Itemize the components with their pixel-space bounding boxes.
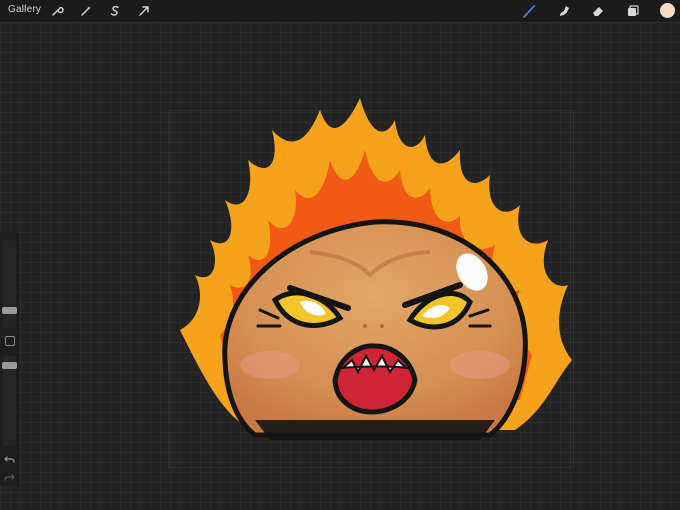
brush-icon[interactable] [522,4,536,18]
top-toolbar: Gallery [0,0,680,22]
smudge-icon[interactable] [557,4,571,18]
opacity-thumb[interactable] [2,362,17,369]
brush-size-slider[interactable] [3,240,16,328]
magic-wand-icon[interactable] [79,4,93,18]
layers-icon[interactable] [626,4,640,18]
brush-size-thumb[interactable] [2,307,17,314]
color-swatch[interactable] [660,3,675,18]
arrow-cursor-icon[interactable] [137,4,151,18]
wrench-icon[interactable] [50,4,64,18]
fire-blob-artwork [180,98,572,440]
opacity-slider[interactable] [3,356,16,446]
redo-icon[interactable] [4,472,15,483]
sidebar [0,232,19,486]
gallery-button[interactable]: Gallery [8,4,41,15]
mouth [332,343,418,415]
modify-button[interactable] [5,336,15,346]
eraser-icon[interactable] [591,4,605,18]
right-cheek [450,351,510,379]
undo-icon[interactable] [4,454,15,465]
selection-s-icon[interactable] [108,4,122,18]
left-cheek [240,351,300,379]
